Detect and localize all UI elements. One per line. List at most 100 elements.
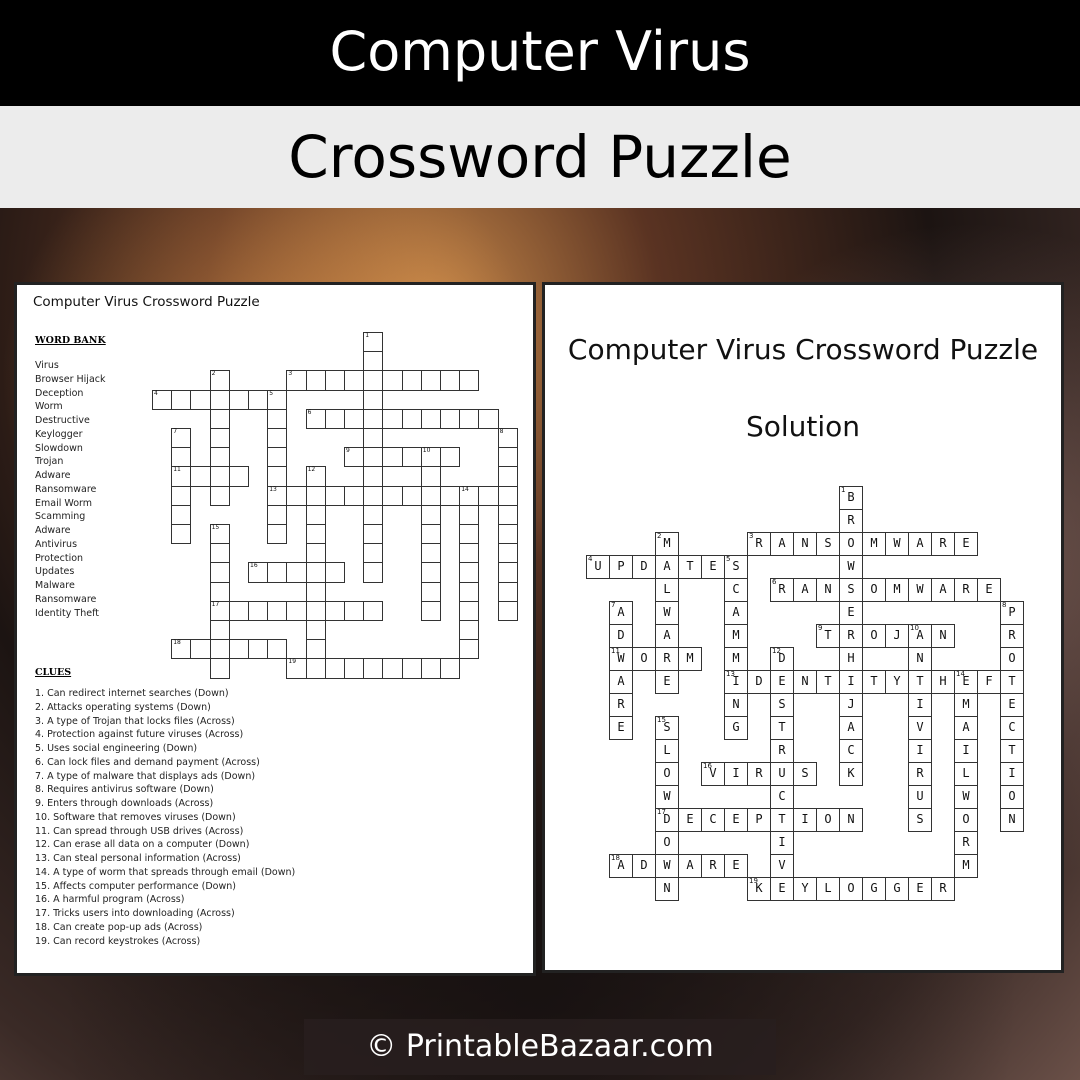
blank-cell[interactable]: 19 xyxy=(286,658,307,679)
blank-cell[interactable] xyxy=(401,658,422,679)
blank-cell[interactable] xyxy=(401,370,422,391)
blank-cell[interactable] xyxy=(363,466,384,487)
blank-cell[interactable] xyxy=(420,658,441,679)
blank-cell[interactable] xyxy=(440,447,461,468)
blank-cell[interactable] xyxy=(459,543,480,564)
blank-cell[interactable] xyxy=(209,408,230,429)
blank-cell[interactable] xyxy=(401,485,422,506)
blank-cell[interactable] xyxy=(497,524,518,545)
blank-cell[interactable]: 7 xyxy=(171,428,192,449)
blank-cell[interactable] xyxy=(401,408,422,429)
blank-cell[interactable] xyxy=(459,370,480,391)
blank-cell[interactable]: 9 xyxy=(344,447,365,468)
blank-cell[interactable] xyxy=(267,408,288,429)
blank-cell[interactable] xyxy=(267,466,288,487)
blank-cell[interactable] xyxy=(344,658,365,679)
blank-cell[interactable] xyxy=(267,428,288,449)
blank-cell[interactable] xyxy=(324,370,345,391)
blank-cell[interactable] xyxy=(171,524,192,545)
blank-cell[interactable] xyxy=(420,581,441,602)
blank-cell[interactable] xyxy=(363,524,384,545)
blank-cell[interactable] xyxy=(497,485,518,506)
blank-cell[interactable] xyxy=(228,639,249,660)
blank-cell[interactable] xyxy=(363,658,384,679)
blank-cell[interactable] xyxy=(305,639,326,660)
blank-cell[interactable] xyxy=(478,408,499,429)
blank-cell[interactable] xyxy=(267,524,288,545)
blank-cell[interactable]: 4 xyxy=(152,389,173,410)
blank-cell[interactable] xyxy=(459,620,480,641)
blank-cell[interactable] xyxy=(209,581,230,602)
blank-cell[interactable] xyxy=(497,504,518,525)
blank-cell[interactable]: 5 xyxy=(267,389,288,410)
blank-cell[interactable] xyxy=(420,504,441,525)
blank-cell[interactable] xyxy=(382,658,403,679)
blank-cell[interactable] xyxy=(171,485,192,506)
blank-cell[interactable] xyxy=(459,408,480,429)
blank-cell[interactable] xyxy=(209,543,230,564)
blank-cell[interactable] xyxy=(171,504,192,525)
blank-cell[interactable] xyxy=(209,562,230,583)
blank-cell[interactable]: 8 xyxy=(497,428,518,449)
blank-cell[interactable] xyxy=(497,447,518,468)
blank-cell[interactable] xyxy=(209,485,230,506)
blank-cell[interactable] xyxy=(209,389,230,410)
blank-cell[interactable] xyxy=(305,504,326,525)
blank-cell[interactable] xyxy=(382,408,403,429)
blank-cell[interactable] xyxy=(228,466,249,487)
blank-cell[interactable] xyxy=(305,485,326,506)
blank-cell[interactable] xyxy=(267,639,288,660)
blank-cell[interactable] xyxy=(459,504,480,525)
blank-cell[interactable] xyxy=(440,485,461,506)
blank-cell[interactable] xyxy=(420,408,441,429)
blank-cell[interactable] xyxy=(497,543,518,564)
blank-cell[interactable] xyxy=(324,485,345,506)
blank-cell[interactable]: 1 xyxy=(363,332,384,353)
blank-cell[interactable] xyxy=(305,562,326,583)
blank-cell[interactable] xyxy=(363,562,384,583)
blank-cell[interactable] xyxy=(459,562,480,583)
blank-cell[interactable]: 17 xyxy=(209,600,230,621)
blank-cell[interactable] xyxy=(420,370,441,391)
blank-cell[interactable] xyxy=(190,389,211,410)
blank-cell[interactable] xyxy=(363,543,384,564)
blank-cell[interactable] xyxy=(420,524,441,545)
blank-cell[interactable] xyxy=(344,600,365,621)
blank-cell[interactable] xyxy=(459,524,480,545)
blank-cell[interactable] xyxy=(420,562,441,583)
blank-cell[interactable] xyxy=(209,620,230,641)
blank-cell[interactable] xyxy=(420,466,441,487)
blank-cell[interactable] xyxy=(305,370,326,391)
blank-cell[interactable] xyxy=(459,639,480,660)
blank-cell[interactable] xyxy=(324,562,345,583)
blank-cell[interactable] xyxy=(363,370,384,391)
blank-cell[interactable] xyxy=(305,620,326,641)
blank-cell[interactable] xyxy=(440,658,461,679)
blank-cell[interactable]: 3 xyxy=(286,370,307,391)
blank-cell[interactable]: 2 xyxy=(209,370,230,391)
blank-cell[interactable] xyxy=(382,485,403,506)
blank-cell[interactable] xyxy=(440,370,461,391)
blank-cell[interactable] xyxy=(305,543,326,564)
blank-cell[interactable] xyxy=(248,389,269,410)
blank-cell[interactable] xyxy=(171,389,192,410)
blank-cell[interactable] xyxy=(363,485,384,506)
blank-cell[interactable] xyxy=(190,466,211,487)
blank-cell[interactable] xyxy=(286,600,307,621)
blank-cell[interactable] xyxy=(248,600,269,621)
blank-cell[interactable] xyxy=(478,485,499,506)
blank-cell[interactable] xyxy=(209,428,230,449)
blank-cell[interactable] xyxy=(209,447,230,468)
blank-cell[interactable]: 13 xyxy=(267,485,288,506)
blank-cell[interactable] xyxy=(363,504,384,525)
blank-cell[interactable]: 10 xyxy=(420,447,441,468)
blank-cell[interactable] xyxy=(190,639,211,660)
blank-cell[interactable]: 16 xyxy=(248,562,269,583)
blank-cell[interactable] xyxy=(382,370,403,391)
blank-cell[interactable] xyxy=(363,428,384,449)
blank-cell[interactable] xyxy=(459,581,480,602)
blank-cell[interactable] xyxy=(209,639,230,660)
blank-cell[interactable] xyxy=(363,389,384,410)
blank-cell[interactable] xyxy=(420,600,441,621)
blank-cell[interactable] xyxy=(363,408,384,429)
